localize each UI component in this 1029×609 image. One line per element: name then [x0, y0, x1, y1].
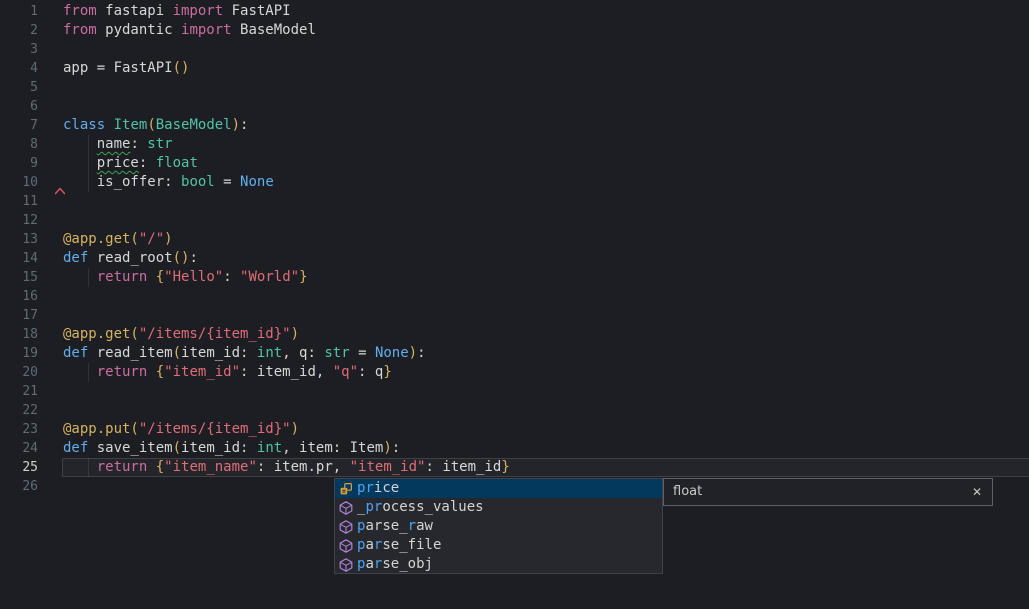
code-line[interactable]: 5 — [0, 78, 1029, 97]
code-text: def read_root(): — [63, 249, 198, 268]
suggest-item-label: parse_raw — [357, 517, 433, 536]
line-number: 14 — [0, 249, 38, 268]
code-text: from pydantic import BaseModel — [63, 21, 316, 40]
line-number: 13 — [0, 230, 38, 249]
code-line[interactable]: 10 is_offer: bool = None — [0, 173, 1029, 192]
line-number: 11 — [0, 192, 38, 211]
indent-guide — [88, 363, 89, 382]
code-line[interactable]: 1 from fastapi import FastAPI — [0, 2, 1029, 21]
code-line[interactable]: 21 — [0, 382, 1029, 401]
code-text: @app.get("/items/{item_id}") — [63, 325, 299, 344]
line-number: 24 — [0, 439, 38, 458]
line-number: 6 — [0, 97, 38, 116]
code-line[interactable]: 15 return {"Hello": "World"} — [0, 268, 1029, 287]
code-line[interactable]: 7 class Item(BaseModel): — [0, 116, 1029, 135]
code-text: name: str — [63, 135, 173, 154]
suggest-detail-panel: float ✕ — [663, 478, 993, 506]
line-number: 12 — [0, 211, 38, 230]
suggest-item-label: parse_file — [357, 536, 441, 555]
code-line[interactable]: 18 @app.get("/items/{item_id}") — [0, 325, 1029, 344]
code-text: @app.get("/") — [63, 230, 173, 249]
code-line[interactable]: 2 from pydantic import BaseModel — [0, 21, 1029, 40]
code-text: @app.put("/items/{item_id}") — [63, 420, 299, 439]
code-text: app = FastAPI() — [63, 59, 189, 78]
code-line[interactable]: 14 def read_root(): — [0, 249, 1029, 268]
code-text: price: float — [63, 154, 198, 173]
suggest-item[interactable]: parse_obj — [335, 555, 662, 574]
line-number: 20 — [0, 363, 38, 382]
code-editor[interactable]: 1 from fastapi import FastAPI 2 from pydant… — [0, 0, 1029, 609]
code-text: return {"item_name": item.pr, "item_id":… — [63, 458, 510, 477]
method-icon — [338, 500, 354, 516]
code-line[interactable]: 25 return {"item_name": item.pr, "item_i… — [0, 458, 1029, 477]
line-number: 21 — [0, 382, 38, 401]
method-icon — [338, 519, 354, 535]
code-line[interactable]: 24 def save_item(item_id: int, item: Item… — [0, 439, 1029, 458]
line-number: 15 — [0, 268, 38, 287]
line-number: 18 — [0, 325, 38, 344]
code-line[interactable]: 3 — [0, 40, 1029, 59]
code-line[interactable]: 16 — [0, 287, 1029, 306]
method-icon — [338, 557, 354, 573]
line-number: 16 — [0, 287, 38, 306]
code-line[interactable]: 8 name: str — [0, 135, 1029, 154]
line-number: 2 — [0, 21, 38, 40]
line-number: 19 — [0, 344, 38, 363]
suggest-item-label: price — [357, 479, 399, 498]
close-icon[interactable]: ✕ — [972, 479, 982, 505]
code-text: return {"Hello": "World"} — [63, 268, 308, 287]
code-line[interactable]: 11 — [0, 192, 1029, 211]
suggest-widget: price_process_valuesparse_rawparse_filep… — [334, 478, 663, 574]
code-line[interactable]: 12 — [0, 211, 1029, 230]
code-line[interactable]: 23 @app.put("/items/{item_id}") — [0, 420, 1029, 439]
line-number: 7 — [0, 116, 38, 135]
suggest-item[interactable]: _process_values — [335, 498, 662, 517]
line-number: 1 — [0, 2, 38, 21]
line-number: 26 — [0, 477, 38, 496]
suggest-item-label: parse_obj — [357, 555, 433, 574]
code-line[interactable]: 19 def read_item(item_id: int, q: str = N… — [0, 344, 1029, 363]
line-number: 22 — [0, 401, 38, 420]
code-line[interactable]: 9 price: float — [0, 154, 1029, 173]
detail-text: float — [673, 479, 702, 505]
line-number: 3 — [0, 40, 38, 59]
line-number: 9 — [0, 154, 38, 173]
suggest-item[interactable]: parse_file — [335, 536, 662, 555]
code-text: class Item(BaseModel): — [63, 116, 248, 135]
code-line[interactable]: 4 app = FastAPI() — [0, 59, 1029, 78]
suggest-item[interactable]: price — [335, 479, 662, 498]
line-number: 23 — [0, 420, 38, 439]
line-number: 5 — [0, 78, 38, 97]
line-number: 4 — [0, 59, 38, 78]
indent-guide — [88, 268, 89, 287]
code-text: return {"item_id": item_id, "q": q} — [63, 363, 392, 382]
indent-guide — [88, 458, 89, 477]
method-icon — [338, 538, 354, 554]
line-number: 8 — [0, 135, 38, 154]
suggest-item[interactable]: parse_raw — [335, 517, 662, 536]
code-text: def save_item(item_id: int, item: Item): — [63, 439, 400, 458]
code-text: is_offer: bool = None — [63, 173, 274, 192]
code-line[interactable]: 20 return {"item_id": item_id, "q": q} — [0, 363, 1029, 382]
code-line[interactable]: 6 — [0, 97, 1029, 116]
line-number: 17 — [0, 306, 38, 325]
code-text: def read_item(item_id: int, q: str = Non… — [63, 344, 426, 363]
code-line[interactable]: 17 — [0, 306, 1029, 325]
suggest-item-label: _process_values — [357, 498, 484, 517]
line-number: 25 — [0, 458, 38, 477]
code-line[interactable]: 22 — [0, 401, 1029, 420]
line-number: 10 — [0, 173, 38, 192]
code-line[interactable]: 13 @app.get("/") — [0, 230, 1029, 249]
code-text: from fastapi import FastAPI — [63, 2, 291, 21]
field-icon — [338, 481, 354, 497]
indent-guide — [88, 135, 89, 192]
error-caret-icon — [54, 180, 66, 199]
